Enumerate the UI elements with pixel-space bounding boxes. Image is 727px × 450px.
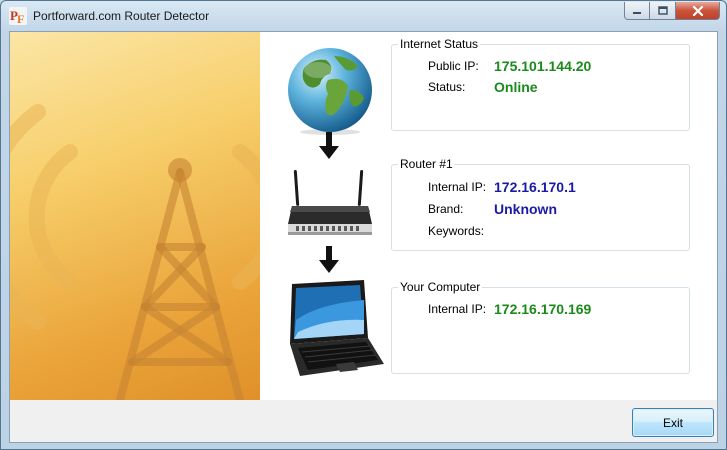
- keywords-label: Keywords:: [428, 224, 485, 238]
- router-icon: [288, 170, 372, 235]
- close-button[interactable]: [676, 2, 720, 20]
- window-controls: [624, 2, 720, 21]
- router-group: Router #1 Internal IP: 172.16.170.1 Bran…: [391, 157, 690, 251]
- window-title: Portforward.com Router Detector: [33, 9, 210, 23]
- your-computer-group: Your Computer Internal IP: 172.16.170.16…: [391, 280, 690, 374]
- laptop-icon: [290, 280, 384, 376]
- app-window: P F Portforward.com Router Detector Inte…: [0, 0, 727, 450]
- down-arrow-icon: [319, 246, 339, 273]
- maximize-icon: [657, 6, 668, 15]
- computer-internal-ip-value: 172.16.170.169: [494, 301, 592, 317]
- public-ip-value: 175.101.144.20: [494, 58, 592, 74]
- minimize-icon: [633, 11, 641, 14]
- app-icon: P F: [9, 7, 27, 25]
- router-internal-ip-value: 172.16.170.1: [494, 179, 576, 195]
- computer-internal-ip-label: Internal IP:: [428, 302, 487, 316]
- internet-status-group: Internet Status Public IP: 175.101.144.2…: [391, 37, 690, 131]
- down-arrow-icon: [319, 132, 339, 159]
- brand-value: Unknown: [494, 201, 557, 217]
- svg-text:F: F: [17, 12, 24, 25]
- router-internal-ip-label: Internal IP:: [428, 180, 487, 194]
- status-value: Online: [494, 79, 538, 95]
- globe-icon: [288, 48, 372, 135]
- client-area: Internet Status Public IP: 175.101.144.2…: [9, 31, 718, 443]
- radio-tower-illustration: [10, 32, 260, 400]
- exit-button[interactable]: Exit: [632, 408, 714, 437]
- status-label: Status:: [428, 80, 466, 94]
- title-bar[interactable]: P F Portforward.com Router Detector: [1, 1, 726, 31]
- maximize-button[interactable]: [650, 2, 676, 20]
- close-icon: [692, 5, 703, 16]
- brand-label: Brand:: [428, 202, 464, 216]
- router-title: Router #1: [398, 157, 455, 171]
- internet-status-title: Internet Status: [398, 37, 481, 51]
- your-computer-title: Your Computer: [398, 280, 483, 294]
- minimize-button[interactable]: [624, 2, 650, 20]
- public-ip-label: Public IP:: [428, 59, 479, 73]
